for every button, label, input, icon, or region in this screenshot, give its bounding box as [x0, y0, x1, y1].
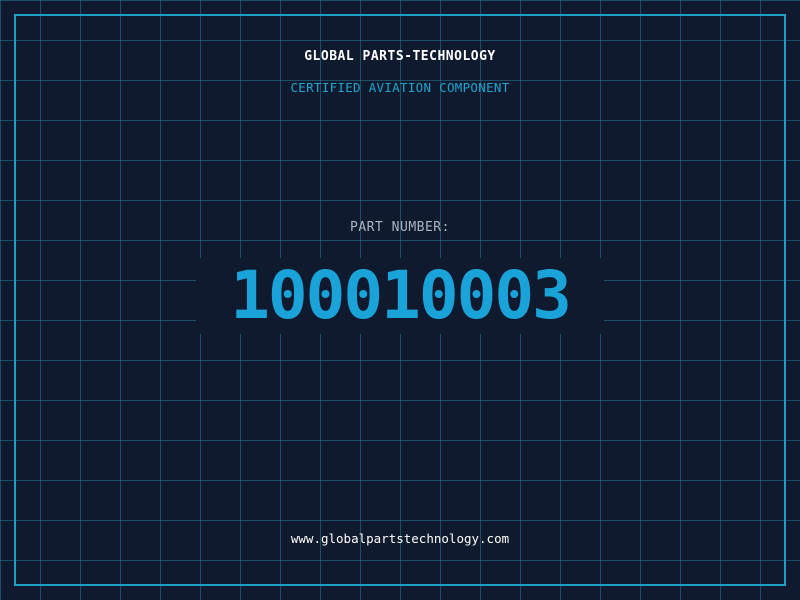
certification-subtitle: CERTIFIED AVIATION COMPONENT	[290, 80, 510, 95]
website-url: www.globalpartstechnology.com	[290, 531, 510, 546]
part-number-label: PART NUMBER:	[350, 220, 450, 235]
part-number-value: 100010003	[230, 257, 572, 334]
brand-name: GLOBAL PARTS-TECHNOLOGY	[304, 49, 496, 64]
